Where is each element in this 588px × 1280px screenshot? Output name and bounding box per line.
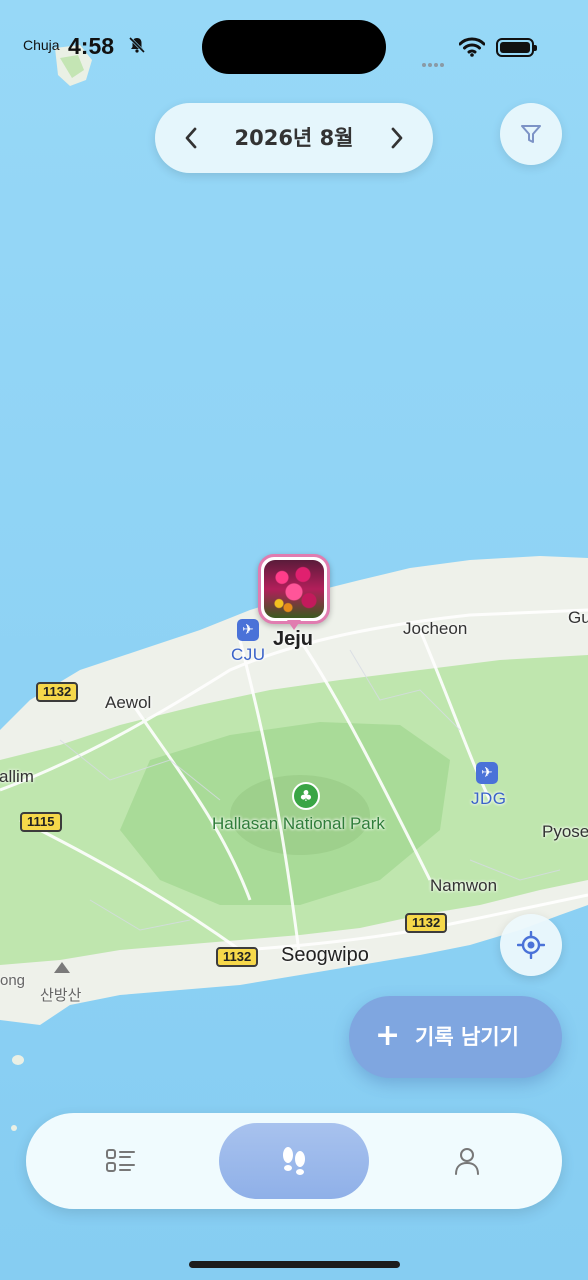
map-view[interactable]: Jeju ✈ CJU Jocheon Gu Aewol allim ✈ JDG … [0,0,588,1280]
tab-bar [26,1113,562,1209]
map-label-aewol[interactable]: Aewol [105,693,151,713]
road-badge: 1132 [36,682,79,702]
dynamic-island [202,20,386,74]
map-label-jocheon[interactable]: Jocheon [403,619,467,639]
map-screen: Jeju ✈ CJU Jocheon Gu Aewol allim ✈ JDG … [0,0,588,1280]
tab-profile[interactable] [392,1123,542,1199]
photo-thumbnail[interactable] [258,554,330,624]
map-label-sanbangsan[interactable]: 산방산 [40,984,81,1005]
tab-footprints[interactable] [219,1123,369,1199]
month-label[interactable]: 2026년 8월 [215,103,373,173]
map-label-cju[interactable]: CJU [231,645,266,665]
pin-tail [287,620,301,630]
list-icon [106,1149,135,1172]
chevron-right-icon[interactable] [367,103,427,173]
plus-icon: + [375,1018,401,1053]
map-label-hallasan[interactable]: Hallasan National Park [212,814,385,834]
map-label-hallim[interactable]: allim [0,767,34,787]
footprints-icon [283,1147,305,1175]
carrier-label: Chuja [23,37,60,53]
park-icon[interactable]: ♣ [292,782,320,810]
map-label-namwon[interactable]: Namwon [430,876,497,896]
clock: 4:58 [68,33,115,59]
add-record-label: 기록 남기기 [415,1025,519,1049]
status-bar: Chuja 4:58 [0,0,588,80]
filter-icon [521,125,541,143]
filter-button[interactable] [500,103,562,165]
chevron-left-icon[interactable] [161,103,221,173]
map-label-seogwipo[interactable]: Seogwipo [281,944,369,967]
mountain-icon [54,962,70,973]
road-badge: 1115 [20,812,62,832]
map-label-jdg[interactable]: JDG [471,789,507,809]
bell-slash-icon [128,36,146,59]
month-selector: 2026년 8월 [155,103,433,173]
airport-icon[interactable]: ✈ [237,619,259,641]
locate-me-button[interactable] [500,914,562,976]
airport-icon-jdg[interactable]: ✈ [476,762,498,784]
map-label-pyoseon[interactable]: Pyose [542,822,588,842]
road-badge: 1132 [216,947,259,967]
flower-photo [264,560,324,618]
road-badge: 1132 [405,913,448,933]
person-icon [455,1148,479,1175]
tab-list[interactable] [46,1123,196,1199]
wifi-icon [458,37,486,57]
home-indicator[interactable] [189,1261,400,1268]
map-label-ong[interactable]: ong [0,972,25,989]
battery-icon [496,38,537,57]
map-label-gu[interactable]: Gu [568,608,588,628]
photo-pin-jeju[interactable] [258,554,330,634]
add-record-button[interactable]: + 기록 남기기 [349,996,562,1078]
crosshair-icon [517,931,545,959]
cellular-signal-icon [422,52,446,71]
